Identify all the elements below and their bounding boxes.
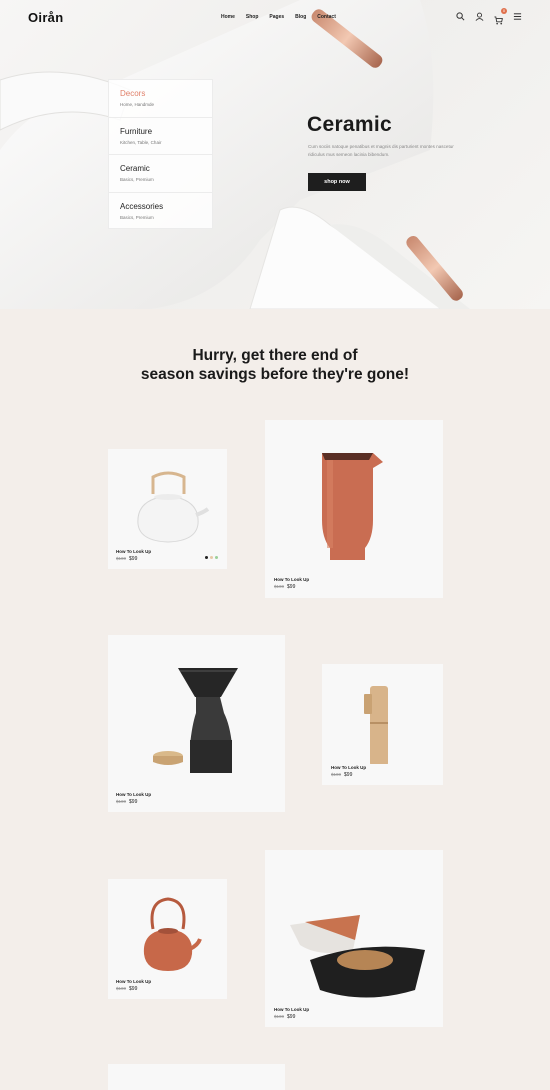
category-title: Ceramic bbox=[120, 164, 150, 173]
category-title: Furniture bbox=[120, 126, 153, 136]
product-name[interactable]: How To Look Up bbox=[274, 1007, 309, 1012]
product-card[interactable]: How To Look Up $100 $99 bbox=[108, 879, 227, 999]
product-card[interactable]: How To Look Up $100 $99 bbox=[265, 420, 443, 598]
category-accessories[interactable]: Accessories Basics, Premium bbox=[109, 193, 212, 231]
product-image-coffee-maker bbox=[153, 668, 238, 773]
current-price: $99 bbox=[287, 1014, 296, 1020]
color-swatches bbox=[205, 556, 218, 559]
product-name[interactable]: How To Look Up bbox=[116, 792, 151, 797]
shop-now-button[interactable]: shop now bbox=[308, 173, 366, 191]
old-price: $100 bbox=[274, 1014, 285, 1019]
product-name[interactable]: How To Look Up bbox=[274, 577, 309, 582]
old-price: $100 bbox=[116, 986, 127, 991]
current-price: $99 bbox=[129, 799, 138, 805]
category-ceramic[interactable]: Ceramic Basics, Premium bbox=[109, 155, 212, 193]
product-price: $100 $99 bbox=[116, 556, 137, 562]
swatch-green[interactable] bbox=[215, 556, 218, 559]
swatch-black[interactable] bbox=[205, 556, 208, 559]
section-heading: Hurry, get there end of season savings b… bbox=[0, 346, 550, 384]
category-decors[interactable]: Decors Home, Handmde bbox=[109, 80, 212, 118]
hero-description: Cum sociis natoque penatibus et magnis d… bbox=[308, 144, 454, 157]
product-card-partial bbox=[108, 1064, 285, 1090]
product-image-carafe bbox=[322, 453, 383, 560]
old-price: $100 bbox=[331, 772, 342, 777]
category-title: Accessories bbox=[120, 201, 164, 211]
current-price: $99 bbox=[344, 772, 353, 778]
product-image-clay-teapot bbox=[143, 897, 202, 971]
current-price: $99 bbox=[287, 584, 296, 590]
product-image-grinder bbox=[364, 686, 388, 764]
product-name[interactable]: How To Look Up bbox=[331, 765, 366, 770]
product-price: $100 $99 bbox=[331, 772, 352, 778]
product-card[interactable]: How To Look Up $100 $99 bbox=[108, 635, 285, 812]
product-price: $100 $99 bbox=[274, 584, 295, 590]
nav-shop[interactable]: Shop bbox=[246, 14, 259, 20]
category-sub: Home, Handmde bbox=[120, 102, 155, 107]
nav-pages[interactable]: Pages bbox=[269, 14, 284, 20]
product-card[interactable]: How To Look Up $100 $99 bbox=[108, 449, 227, 569]
search-icon[interactable] bbox=[456, 12, 465, 21]
main-nav: Home Shop Pages Blog Contact bbox=[221, 14, 336, 20]
category-title: Decors bbox=[120, 89, 146, 98]
old-price: $100 bbox=[116, 799, 127, 804]
nav-blog[interactable]: Blog bbox=[295, 14, 306, 20]
swatch-beige[interactable] bbox=[210, 556, 213, 559]
nav-home[interactable]: Home bbox=[221, 14, 235, 20]
product-price: $100 $99 bbox=[116, 986, 137, 992]
old-price: $100 bbox=[274, 584, 285, 589]
hero-banner: Oirån Home Shop Pages Blog Contact 0 Dec… bbox=[0, 0, 550, 309]
heading-line-2: season savings before they're gone! bbox=[140, 366, 410, 383]
product-name[interactable]: How To Look Up bbox=[116, 549, 151, 554]
product-price: $100 $99 bbox=[116, 799, 137, 805]
product-card[interactable]: How To Look Up $100 $99 bbox=[265, 850, 443, 1027]
heading-line-1: Hurry, get there end of bbox=[192, 347, 358, 364]
category-sub: Kitchen, Table, Chair bbox=[120, 139, 162, 145]
product-price: $100 $99 bbox=[274, 1014, 295, 1020]
product-image-teapot bbox=[137, 471, 210, 543]
product-image-bowls bbox=[290, 915, 425, 998]
cart-icon bbox=[494, 16, 503, 25]
category-menu: Decors Home, Handmde Furniture Kitchen, … bbox=[108, 79, 213, 229]
header-icons: 0 bbox=[456, 8, 522, 25]
menu-icon[interactable] bbox=[513, 12, 522, 21]
category-furniture[interactable]: Furniture Kitchen, Table, Chair bbox=[109, 118, 212, 155]
cart-count-badge: 0 bbox=[501, 8, 507, 14]
current-price: $99 bbox=[129, 556, 138, 562]
hero-title: Ceramic bbox=[307, 113, 392, 136]
cart-button[interactable]: 0 bbox=[494, 8, 507, 25]
category-sub: Basics, Premium bbox=[120, 214, 154, 220]
old-price: $100 bbox=[116, 556, 127, 561]
nav-contact[interactable]: Contact bbox=[317, 14, 336, 20]
category-sub: Basics, Premium bbox=[120, 177, 154, 182]
product-name[interactable]: How To Look Up bbox=[116, 979, 151, 984]
site-logo[interactable]: Oirån bbox=[28, 10, 63, 25]
user-icon[interactable] bbox=[475, 12, 484, 21]
current-price: $99 bbox=[129, 986, 138, 992]
product-card[interactable]: How To Look Up $100 $99 bbox=[322, 664, 443, 785]
